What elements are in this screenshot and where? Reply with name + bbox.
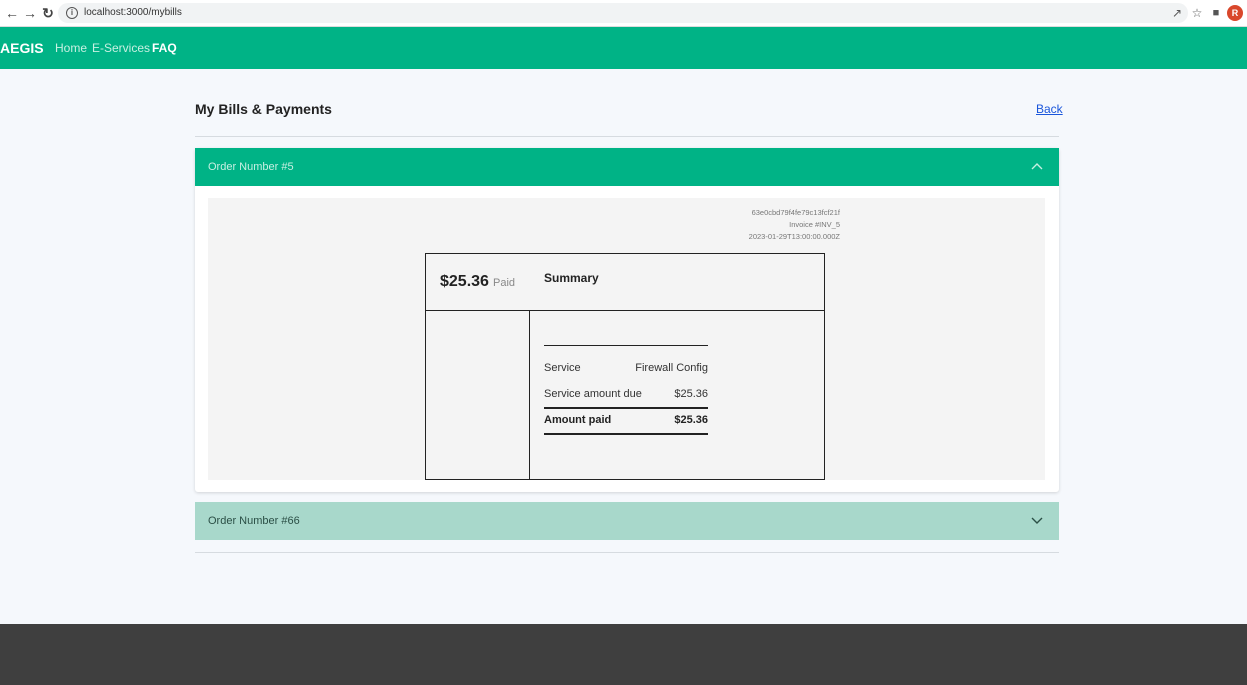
share-icon[interactable]: ↗ <box>1169 5 1185 21</box>
order-accordion-header[interactable]: Order Number #5 <box>195 148 1059 186</box>
summary-row-amount-paid: Amount paid $25.36 <box>544 414 708 426</box>
page-footer <box>0 624 1247 685</box>
order-title: Order Number #5 <box>208 161 294 173</box>
summary-value: $25.36 <box>674 414 708 426</box>
chevron-down-icon[interactable] <box>1029 512 1045 528</box>
profile-avatar[interactable]: R <box>1227 5 1243 21</box>
summary-label: Service amount due <box>544 388 642 400</box>
order-accordion-expanded: Order Number #5 63e0cbd79f4fe79c13fcf21f… <box>195 148 1059 492</box>
sidepanel-icon[interactable]: ■ <box>1208 5 1224 21</box>
summary-divider <box>544 433 708 435</box>
summary-value: Firewall Config <box>635 362 708 374</box>
invoice-number: Invoice #INV_5 <box>789 220 840 229</box>
summary-title: Summary <box>544 271 599 285</box>
summary-row-amount-due: Service amount due $25.36 <box>544 388 708 400</box>
summary-row-service: Service Firewall Config <box>544 362 708 374</box>
nav-e-services[interactable]: E-Services <box>92 41 150 55</box>
invoice-panel: 63e0cbd79f4fe79c13fcf21f Invoice #INV_5 … <box>208 198 1045 480</box>
summary-value: $25.36 <box>674 388 708 400</box>
reload-icon[interactable]: ↻ <box>40 5 56 21</box>
nav-faq[interactable]: FAQ <box>152 41 177 55</box>
star-icon[interactable]: ☆ <box>1189 5 1205 21</box>
arrow-right-icon[interactable]: → <box>22 5 38 21</box>
invoice-amount-section: $25.36 Paid <box>426 254 824 311</box>
summary-label: Service <box>544 362 581 374</box>
summary-divider <box>544 345 708 346</box>
browser-toolbar: ← → ↻ i localhost:3000/mybills ↗ ☆ ■ R <box>0 0 1247 27</box>
app-navbar: AEGIS Home E-Services FAQ <box>0 27 1247 69</box>
invoice-left-column <box>426 311 530 479</box>
back-link[interactable]: Back <box>1036 102 1063 116</box>
url-text: localhost:3000/mybills <box>84 7 182 18</box>
invoice-amount: $25.36 <box>440 273 489 290</box>
nav-home[interactable]: Home <box>55 41 87 55</box>
invoice-status: Paid <box>493 277 516 289</box>
header-divider <box>195 136 1059 137</box>
info-icon[interactable]: i <box>66 7 78 19</box>
order-accordion-collapsed[interactable]: Order Number #66 <box>195 502 1059 540</box>
chevron-up-icon[interactable] <box>1029 158 1045 174</box>
summary-divider <box>544 407 708 409</box>
invoice-date: 2023-01-29T13:00:00.000Z <box>748 232 840 241</box>
invoice-id: 63e0cbd79f4fe79c13fcf21f <box>751 208 840 217</box>
list-divider <box>195 552 1059 553</box>
address-bar[interactable]: i localhost:3000/mybills <box>58 3 1188 23</box>
page-title: My Bills & Payments <box>195 101 332 117</box>
order-title: Order Number #66 <box>208 515 300 527</box>
brand-logo[interactable]: AEGIS <box>0 40 44 56</box>
invoice-card: $25.36 Paid Summary Service Firewall Con… <box>425 253 825 480</box>
summary-label: Amount paid <box>544 414 612 426</box>
arrow-left-icon[interactable]: ← <box>4 5 20 21</box>
